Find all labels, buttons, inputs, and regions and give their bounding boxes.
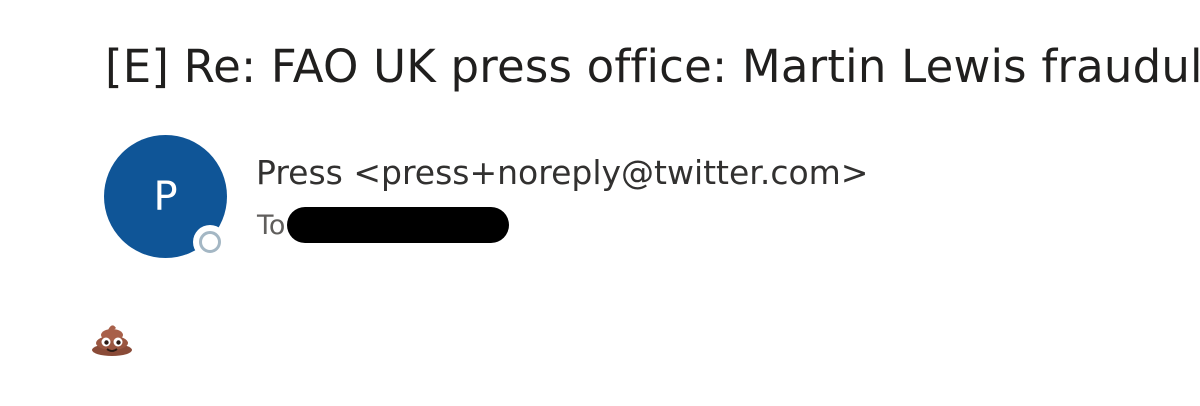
email-subject: [E] Re: FAO UK press office: Martin Lewi…: [105, 40, 1200, 93]
avatar-initial: P: [153, 173, 178, 220]
pile-of-poo-icon: [90, 322, 134, 356]
sender-address[interactable]: Press <press+noreply@twitter.com>: [256, 153, 868, 192]
recipient-line: To: [257, 205, 509, 245]
redacted-recipient: [287, 207, 509, 243]
email-reading-pane: [E] Re: FAO UK press office: Martin Lewi…: [0, 0, 1200, 406]
to-label: To: [257, 209, 286, 241]
presence-status-icon: [193, 225, 227, 259]
